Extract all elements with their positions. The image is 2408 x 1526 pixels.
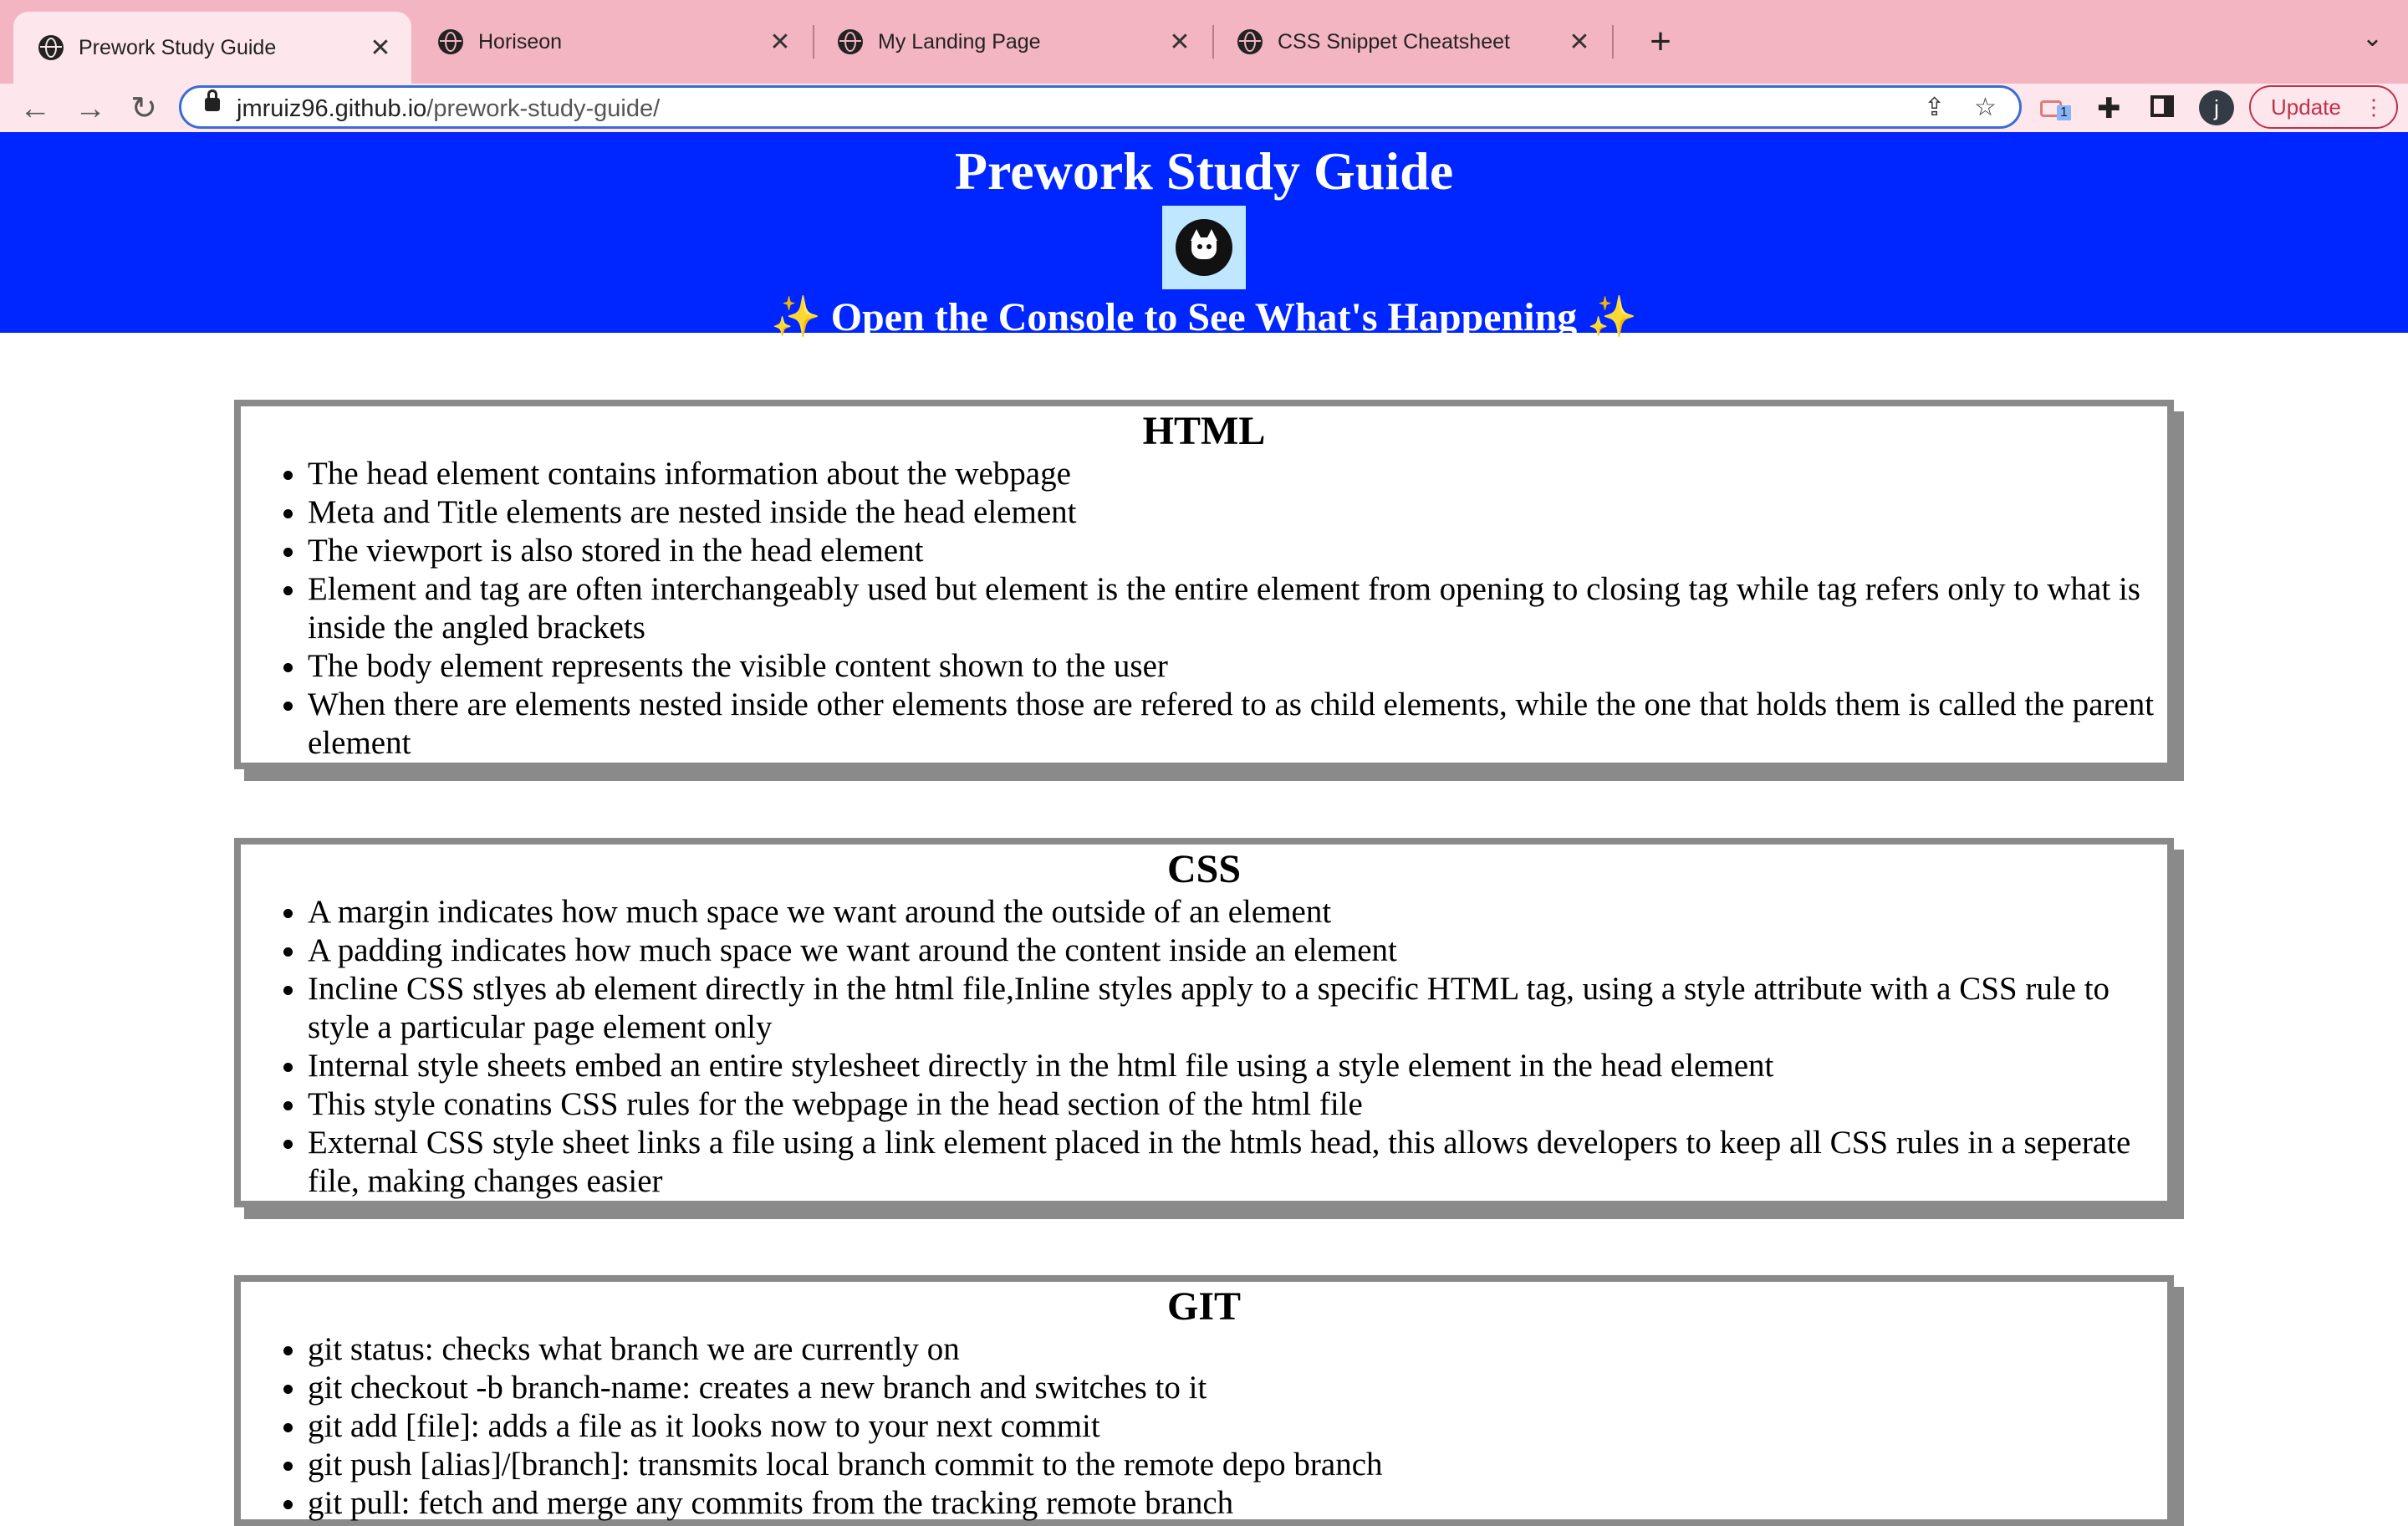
section-git: GIT git status: checks what branch we ar… — [234, 1275, 2174, 1526]
tab-title: My Landing Page — [878, 29, 1041, 54]
list-item: External CSS style sheet links a file us… — [308, 1124, 2157, 1201]
share-icon[interactable]: ⇪ — [1924, 93, 1945, 122]
extension-icon[interactable]: 1 — [2040, 92, 2071, 125]
tab-title: Horiseon — [478, 29, 563, 54]
list-item: git push [alias]/[branch]: transmits loc… — [308, 1446, 2157, 1484]
list-item: A margin indicates how much space we wan… — [308, 893, 2157, 931]
forward-arrow-icon[interactable]: → — [72, 90, 109, 127]
url-host: jmruiz96.github.io — [237, 95, 427, 122]
lock-icon[interactable] — [205, 89, 220, 111]
page-header: Prework Study Guide ✨ Open the Console t… — [0, 132, 2408, 339]
globe-icon — [38, 35, 64, 60]
globe-icon — [1237, 29, 1263, 54]
globe-icon — [838, 29, 863, 54]
section-list: The head element contains information ab… — [241, 455, 2167, 763]
sparkle-icon: ✨ — [770, 295, 821, 339]
extension-badge: 1 — [2057, 105, 2071, 120]
address-bar[interactable]: jmruiz96.github.io/prework-study-guide/ … — [179, 85, 2022, 129]
list-item: Internal style sheets embed an entire st… — [308, 1047, 2157, 1085]
list-item: This style conatins CSS rules for the we… — [308, 1085, 2157, 1124]
puzzle-icon[interactable]: ✚ — [2097, 92, 2121, 125]
update-button[interactable]: Update ⋮ — [2249, 85, 2398, 129]
list-item: A padding indicates how much space we wa… — [308, 931, 2157, 970]
list-item: When there are elements nested inside ot… — [308, 686, 2157, 763]
list-item: Meta and Title elements are nested insid… — [308, 493, 2157, 532]
section-list: git status: checks what branch we are cu… — [241, 1330, 2167, 1523]
list-item: The body element represents the visible … — [308, 647, 2157, 686]
tab-divider — [1612, 25, 1614, 59]
close-icon[interactable]: ✕ — [768, 28, 793, 57]
section-css: CSS A margin indicates how much space we… — [234, 838, 2174, 1207]
section-heading: HTML — [1142, 409, 1266, 453]
sparkle-icon: ✨ — [1587, 295, 1638, 339]
list-item: git add [file]: adds a file as it looks … — [308, 1407, 2157, 1446]
tab-horiseon[interactable]: Horiseon ✕ — [413, 12, 811, 72]
url-text[interactable]: jmruiz96.github.io/prework-study-guide/ — [237, 95, 660, 123]
tab-prework-study-guide[interactable]: Prework Study Guide ✕ — [13, 12, 411, 84]
list-item: Incline CSS stlyes ab element directly i… — [308, 970, 2157, 1047]
tab-title: Prework Study Guide — [79, 35, 277, 59]
plus-icon[interactable]: + — [1635, 18, 1686, 65]
reload-icon[interactable]: ↻ — [125, 90, 162, 127]
kebab-menu-icon[interactable]: ⋮ — [2363, 87, 2385, 127]
logo — [1162, 206, 1246, 289]
close-icon[interactable]: ✕ — [1167, 28, 1192, 57]
page-subtitle: ✨ Open the Console to See What's Happeni… — [0, 293, 2408, 343]
update-label: Update — [2271, 94, 2341, 120]
list-item: The viewport is also stored in the head … — [308, 532, 2157, 570]
list-item: git checkout -b branch-name: creates a n… — [308, 1369, 2157, 1407]
star-icon[interactable]: ☆ — [1974, 93, 1997, 122]
url-path: /prework-study-guide/ — [426, 95, 661, 122]
side-panel-icon[interactable] — [2150, 92, 2174, 125]
tab-strip: Prework Study Guide ✕ Horiseon ✕ My Land… — [0, 0, 2408, 84]
cat-logo-icon — [1176, 219, 1232, 276]
list-item: git status: checks what branch we are cu… — [308, 1330, 2157, 1369]
close-icon[interactable]: ✕ — [368, 33, 393, 63]
avatar[interactable]: j — [2199, 90, 2234, 125]
section-heading: CSS — [1166, 847, 1242, 891]
section-html: HTML The head element contains informati… — [234, 400, 2174, 769]
tab-my-landing-page[interactable]: My Landing Page ✕ — [813, 12, 1211, 72]
tab-search-chevron-icon[interactable]: ⌄ — [2362, 23, 2383, 53]
tab-title: CSS Snippet Cheatsheet — [1278, 29, 1510, 54]
section-list: A margin indicates how much space we wan… — [241, 893, 2167, 1201]
browser-toolbar: ← → ↻ jmruiz96.github.io/prework-study-g… — [0, 84, 2408, 132]
section-heading: GIT — [1166, 1284, 1242, 1329]
tab-css-snippet-cheatsheet[interactable]: CSS Snippet Cheatsheet ✕ — [1212, 12, 1610, 72]
list-item: git pull: fetch and merge any commits fr… — [308, 1484, 2157, 1523]
close-icon[interactable]: ✕ — [1567, 28, 1592, 57]
page-title: Prework Study Guide — [954, 141, 1454, 201]
list-item: The head element contains information ab… — [308, 455, 2157, 493]
globe-icon — [438, 29, 463, 54]
back-arrow-icon[interactable]: ← — [17, 90, 54, 127]
list-item: Element and tag are often interchangeabl… — [308, 570, 2157, 647]
subtitle-text: Open the Console to See What's Happening — [830, 295, 1578, 339]
